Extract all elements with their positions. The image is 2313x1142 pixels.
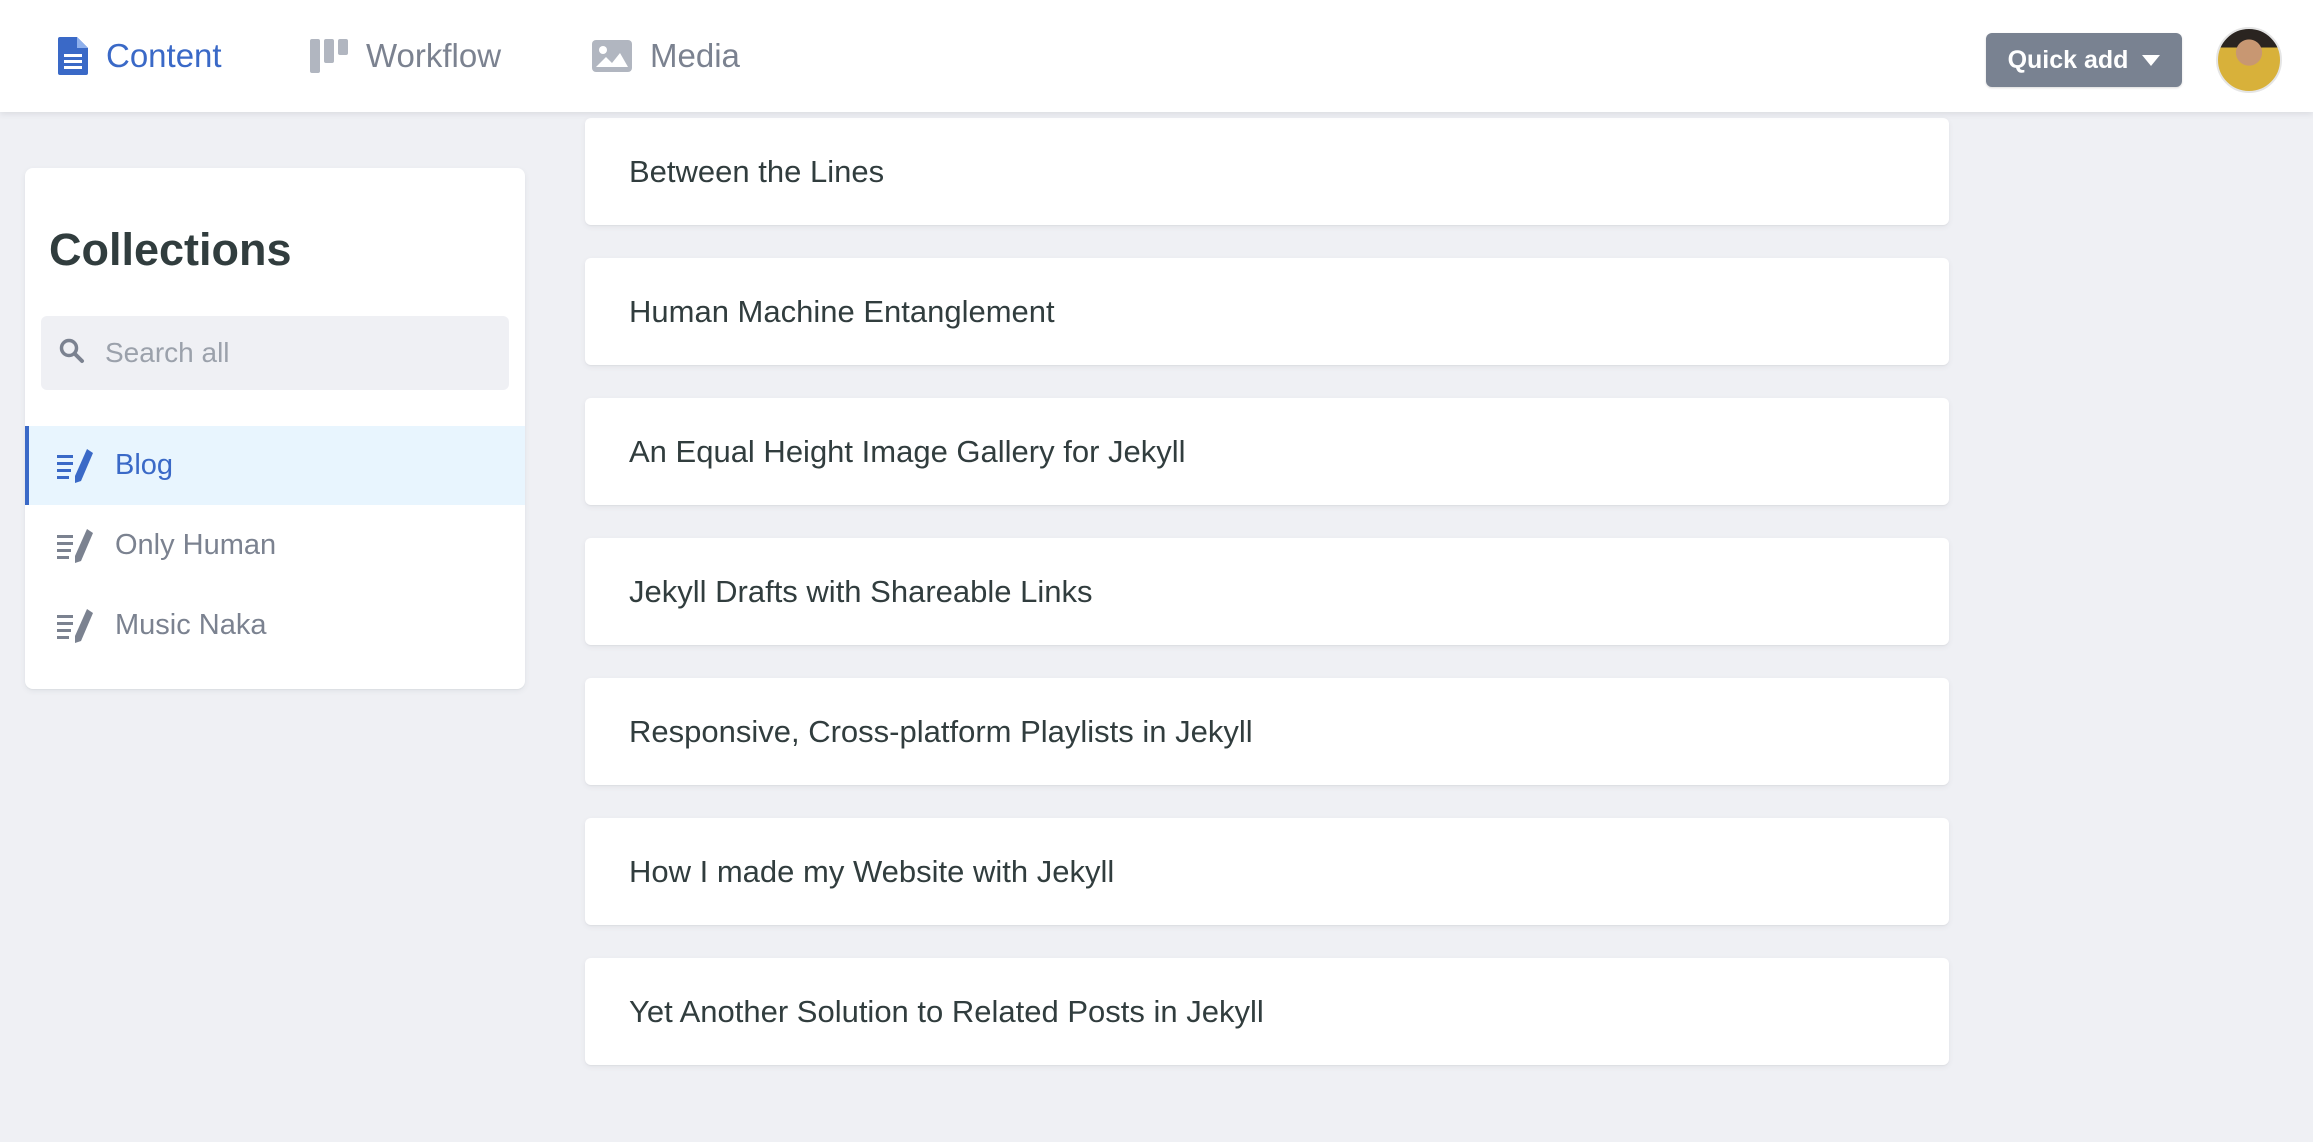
tab-label: Content: [106, 37, 222, 74]
write-icon: [57, 528, 93, 563]
tab-label: Workflow: [366, 37, 502, 74]
collections-sidebar: Collections Blog: [25, 168, 525, 689]
entry-card[interactable]: Responsive, Cross-platform Playlists in …: [585, 678, 1949, 785]
sidebar-title: Collections: [49, 224, 292, 275]
collection-item-blog[interactable]: Blog: [25, 426, 525, 505]
entry-title: Human Machine Entanglement: [629, 293, 1055, 329]
collection-label: Music Naka: [115, 609, 267, 641]
write-icon: [57, 608, 93, 643]
entry-title: An Equal Height Image Gallery for Jekyll: [629, 433, 1186, 469]
app-header: Content Workflow Media Quick add: [0, 0, 2313, 112]
image-icon: [592, 40, 632, 72]
collection-label: Blog: [115, 449, 174, 481]
entry-card[interactable]: Between the Lines: [585, 118, 1949, 225]
quick-add-button[interactable]: Quick add: [1986, 33, 2182, 87]
entry-card[interactable]: How I made my Website with Jekyll: [585, 818, 1949, 925]
search-icon: [59, 338, 85, 369]
tab-workflow[interactable]: Workflow: [310, 0, 501, 112]
tab-content[interactable]: Content: [0, 0, 262, 112]
collection-item-music-naka[interactable]: Music Naka: [25, 586, 525, 665]
entry-card[interactable]: Yet Another Solution to Related Posts in…: [585, 958, 1949, 1065]
entry-title: Responsive, Cross-platform Playlists in …: [629, 713, 1253, 749]
write-icon: [57, 448, 93, 483]
collection-item-only-human[interactable]: Only Human: [25, 506, 525, 585]
entry-card[interactable]: An Equal Height Image Gallery for Jekyll: [585, 398, 1949, 505]
entry-title: Yet Another Solution to Related Posts in…: [629, 993, 1264, 1029]
tab-label: Media: [650, 37, 740, 74]
entry-title: Jekyll Drafts with Shareable Links: [629, 573, 1093, 609]
search-box[interactable]: [41, 316, 509, 390]
entry-card[interactable]: Human Machine Entanglement: [585, 258, 1949, 365]
quick-add-label: Quick add: [2007, 45, 2129, 74]
entry-card[interactable]: Jekyll Drafts with Shareable Links: [585, 538, 1949, 645]
search-input[interactable]: [105, 337, 485, 369]
user-avatar[interactable]: [2216, 27, 2282, 93]
workflow-icon: [310, 39, 348, 73]
document-icon: [58, 37, 88, 75]
collection-label: Only Human: [115, 529, 277, 561]
entry-title: Between the Lines: [629, 153, 885, 189]
entry-title: How I made my Website with Jekyll: [629, 853, 1115, 889]
caret-down-icon: [2142, 54, 2161, 66]
tab-media[interactable]: Media: [592, 0, 740, 112]
